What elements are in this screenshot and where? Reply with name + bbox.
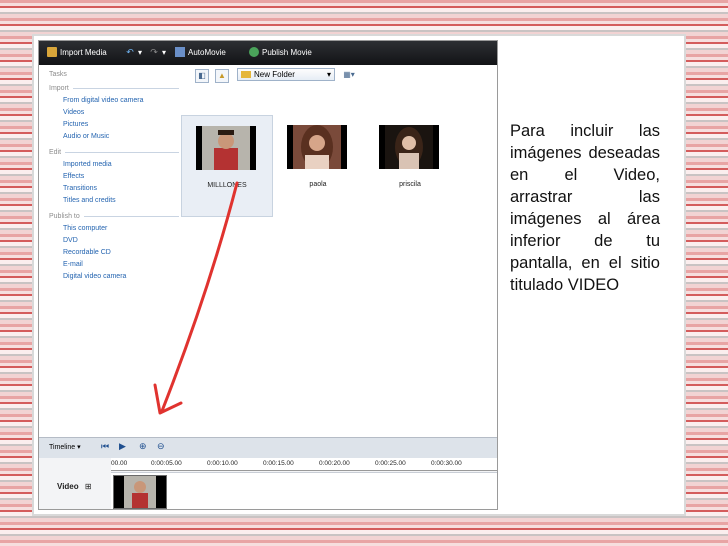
ruler-tick: 0:00:05.00 <box>151 460 182 467</box>
slide: Import Media ↶ ▾ ↷ ▾ AutoMovie Publish M… <box>34 36 684 514</box>
ruler-tick: 0:00:20.00 <box>319 460 350 467</box>
ruler-tick: 0:00:10.00 <box>207 460 238 467</box>
movie-maker-screenshot: Import Media ↶ ▾ ↷ ▾ AutoMovie Publish M… <box>38 40 498 510</box>
slide-body-text: Para incluir las imágenes deseadas en el… <box>510 122 660 294</box>
zoom-out-icon[interactable]: ⊖ <box>157 441 165 452</box>
expand-icon[interactable]: ⊞ <box>85 482 92 491</box>
video-track[interactable] <box>111 472 497 509</box>
timeline-label: Timeline <box>49 444 76 451</box>
ruler-tick: 00.00 <box>111 460 128 467</box>
ruler-tick: 0:00:25.00 <box>375 460 406 467</box>
rewind-icon[interactable]: ⏮ <box>101 441 109 452</box>
play-icon[interactable]: ▶ <box>119 441 126 452</box>
video-track-header[interactable]: Video ⊞ <box>57 482 92 491</box>
timeline-toolbar: Timeline ▾ ⏮ ▶ ⊕ ⊖ <box>39 438 497 458</box>
timeline-dropdown[interactable]: Timeline ▾ <box>49 443 81 451</box>
timeline-panel: Timeline ▾ ⏮ ▶ ⊕ ⊖ 00.00 0:00:05.00 0:00… <box>39 437 497 509</box>
zoom-in-icon[interactable]: ⊕ <box>139 441 147 452</box>
chevron-down-icon: ▾ <box>77 444 81 451</box>
ruler-tick: 0:00:30.00 <box>431 460 462 467</box>
clip-photo <box>124 476 156 508</box>
ruler-tick: 0:00:15.00 <box>263 460 294 467</box>
timeline-ruler: 00.00 0:00:05.00 0:00:10.00 0:00:15.00 0… <box>111 458 497 471</box>
video-track-label: Video <box>57 482 79 491</box>
video-clip[interactable] <box>113 475 167 509</box>
